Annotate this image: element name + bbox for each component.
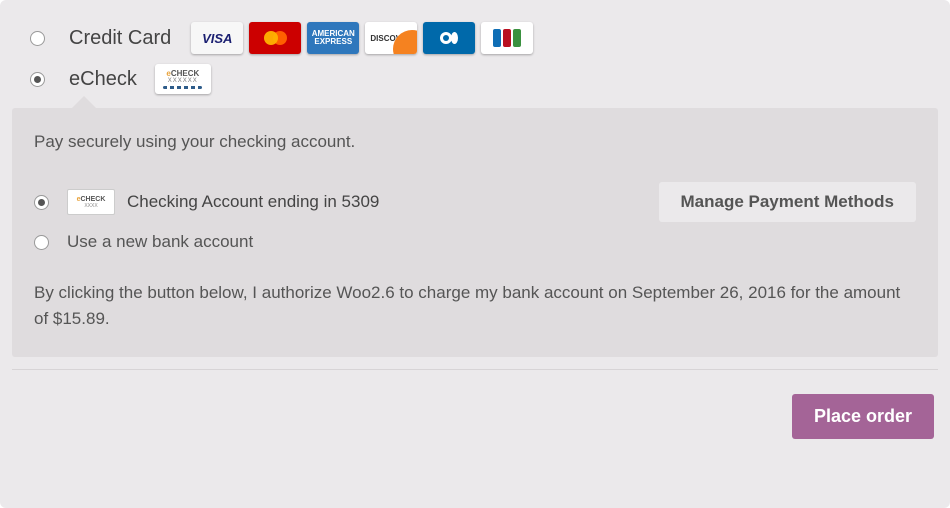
payment-section: Credit Card VISA AMERICANEXPRESS DISCOVE…	[0, 0, 950, 508]
card-badges: VISA AMERICANEXPRESS DISCOVER	[189, 20, 535, 56]
credit-card-radio[interactable]	[30, 31, 45, 46]
amex-icon: AMERICANEXPRESS	[307, 22, 359, 54]
jcb-icon	[481, 22, 533, 54]
echeck-small-icon: eCHECK XXXX	[67, 189, 115, 215]
echeck-panel: Pay securely using your checking account…	[12, 108, 938, 357]
echeck-method[interactable]: eCheck eCHECK XXXXXX	[0, 60, 950, 98]
echeck-icon: eCHECK XXXXXX	[155, 64, 211, 94]
manage-payment-methods-button[interactable]: Manage Payment Methods	[659, 182, 917, 222]
echeck-label: eCheck	[69, 68, 137, 91]
new-account-radio[interactable]	[34, 235, 49, 250]
panel-description: Pay securely using your checking account…	[34, 132, 916, 152]
echeck-radio[interactable]	[30, 72, 45, 87]
authorization-text: By clicking the button below, I authoriz…	[34, 280, 916, 331]
saved-account-radio[interactable]	[34, 195, 49, 210]
credit-card-label: Credit Card	[69, 27, 171, 50]
footer: Place order	[12, 369, 938, 439]
new-account-label: Use a new bank account	[67, 232, 253, 252]
place-order-button[interactable]: Place order	[792, 394, 934, 439]
mastercard-icon	[249, 22, 301, 54]
discover-icon: DISCOVER	[365, 22, 417, 54]
new-account-row[interactable]: Use a new bank account	[34, 232, 916, 252]
diners-icon	[423, 22, 475, 54]
visa-icon: VISA	[191, 22, 243, 54]
saved-account-label: Checking Account ending in 5309	[127, 192, 379, 212]
payment-methods: Credit Card VISA AMERICANEXPRESS DISCOVE…	[0, 0, 950, 98]
credit-card-method[interactable]: Credit Card VISA AMERICANEXPRESS DISCOVE…	[0, 16, 950, 60]
saved-account-row: eCHECK XXXX Checking Account ending in 5…	[34, 182, 916, 222]
